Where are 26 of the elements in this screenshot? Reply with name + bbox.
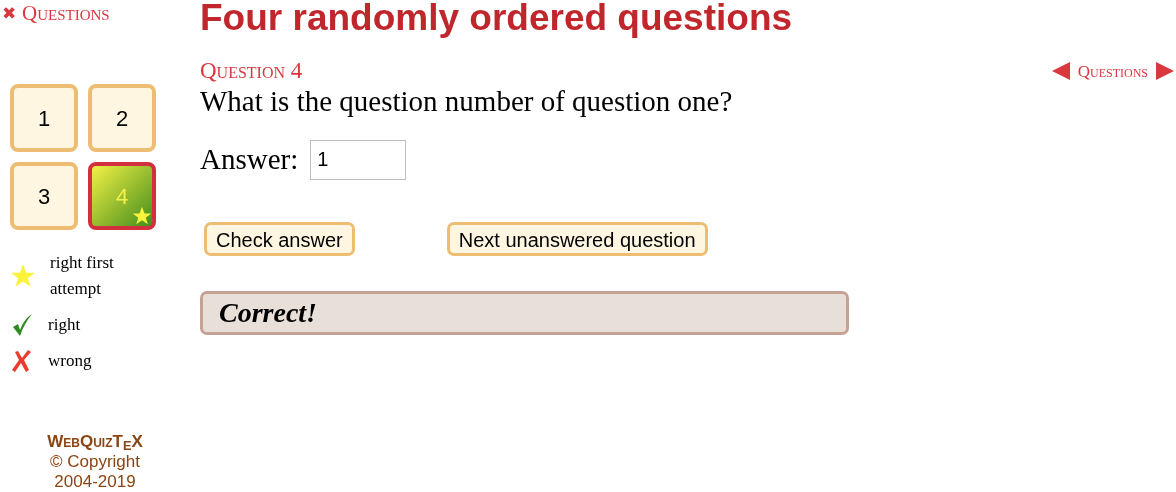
- legend-label: right first attempt: [50, 252, 115, 300]
- brand-logo: WebQuizT$_{E}$X: [47, 432, 143, 452]
- question-heading: Question 4: [200, 58, 303, 84]
- legend-label: right: [48, 314, 82, 336]
- question-button[interactable]: 1: [10, 84, 78, 152]
- action-button[interactable]: Next unanswered question: [446, 221, 708, 256]
- answer-label: Answer:: [200, 142, 299, 177]
- copyright-text: © Copyright: [50, 452, 140, 472]
- action-button[interactable]: Check answer: [204, 221, 355, 256]
- check-icon: [10, 312, 34, 338]
- copyright-years: 2004-2019: [54, 472, 136, 492]
- question-text: What is the question number of question one?: [200, 84, 734, 118]
- star-icon: [132, 206, 152, 226]
- question-button[interactable]: 2: [88, 84, 156, 152]
- close-icon[interactable]: ✖: [2, 5, 16, 22]
- question-button[interactable]: 3: [10, 162, 78, 230]
- feedback-message: Correct!: [200, 290, 849, 335]
- questions-link[interactable]: Questions: [1075, 58, 1150, 84]
- legend-label: wrong: [48, 350, 93, 372]
- star-icon: [10, 263, 36, 289]
- previous-icon[interactable]: [1051, 62, 1070, 81]
- page-title: Four randomly ordered questions: [200, 0, 794, 38]
- cross-icon: [10, 348, 34, 374]
- next-icon[interactable]: [1156, 62, 1174, 81]
- answer-field[interactable]: 1: [310, 139, 407, 180]
- questions-link[interactable]: Questions: [22, 3, 110, 24]
